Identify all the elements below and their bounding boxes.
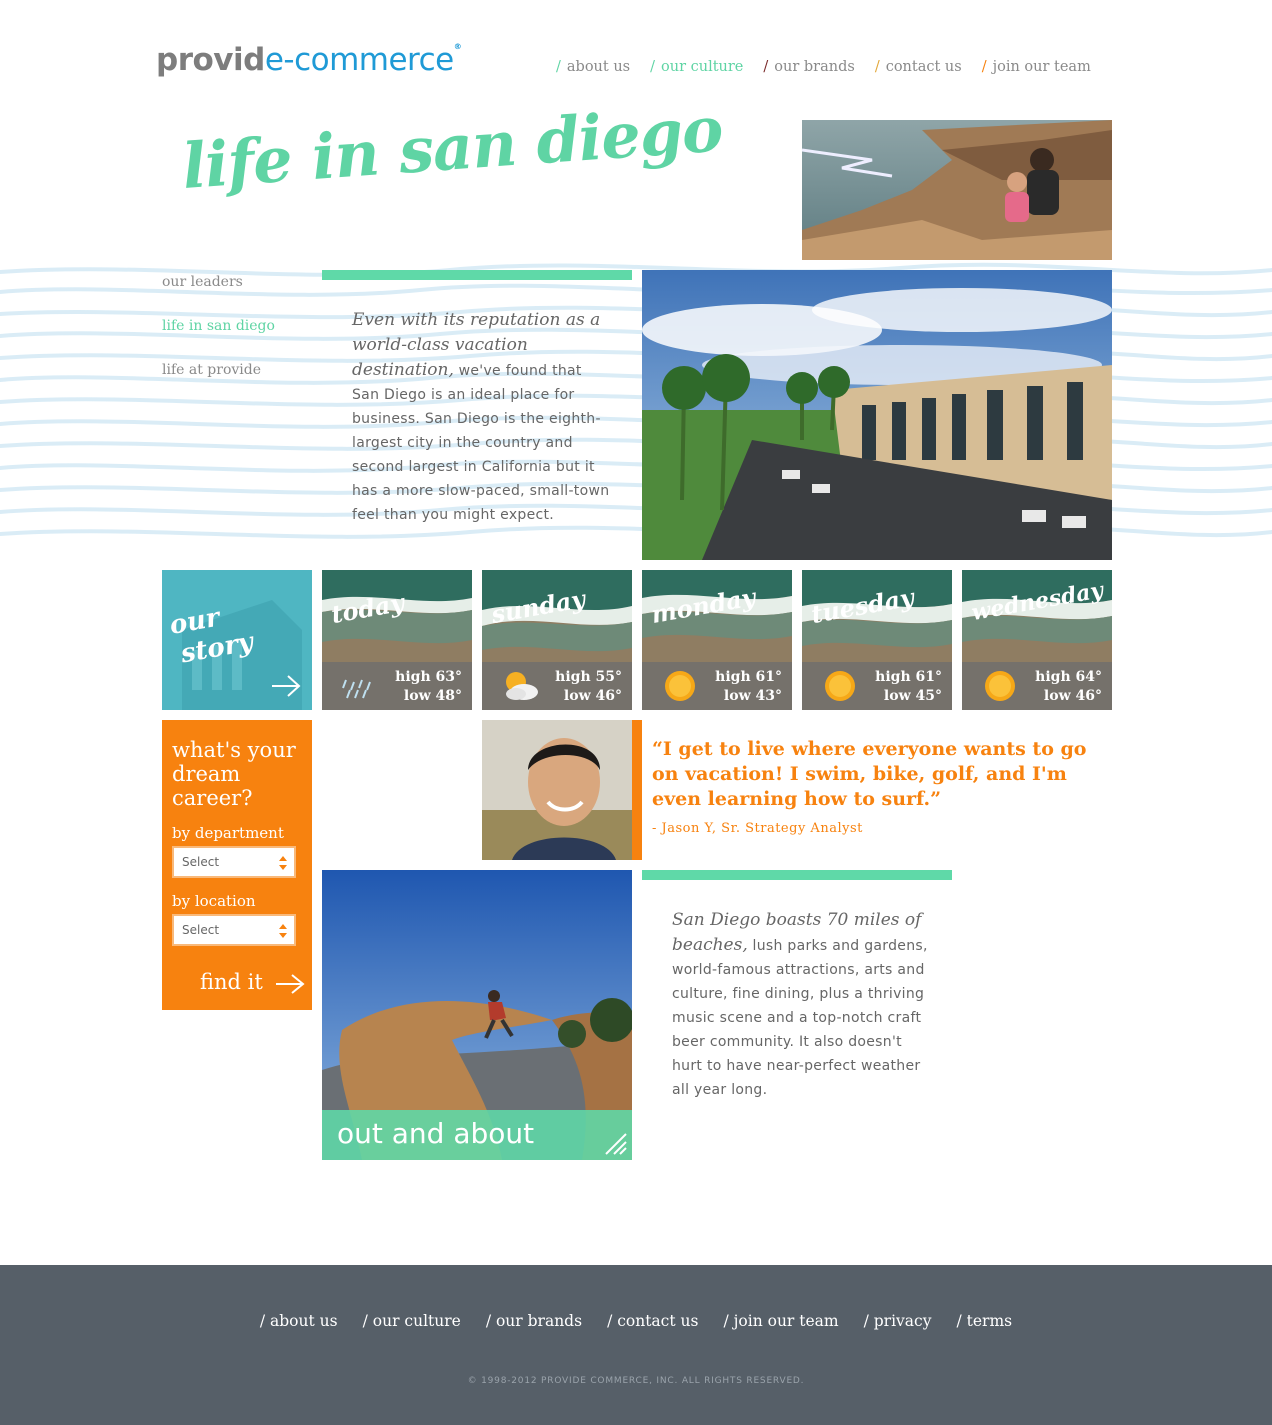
sun-icon xyxy=(825,671,855,701)
partly-cloudy-icon xyxy=(506,672,538,700)
beaches-body: lush parks and gardens, world-famous att… xyxy=(672,938,928,1098)
sidenav-life-at-provide[interactable]: life at provide xyxy=(162,362,275,406)
corner-stripes-icon xyxy=(605,1133,627,1155)
beach-family-photo xyxy=(802,120,1112,260)
temp-low: low 48° xyxy=(403,688,462,704)
top-navigation: / about us / our culture / our brands / cont… xyxy=(556,59,1091,75)
logo-text-blue: e-commerce xyxy=(264,42,454,78)
footer-join-our-team[interactable]: / join our team xyxy=(723,1312,838,1330)
footer-our-culture[interactable]: / our culture xyxy=(363,1312,461,1330)
intro-body: we've found that San Diego is an ideal p… xyxy=(352,363,610,523)
quote-accent-bar xyxy=(632,720,642,860)
sun-icon xyxy=(665,671,695,701)
company-logo[interactable]: provide-commerce® xyxy=(156,42,462,78)
select-arrows-icon xyxy=(279,924,287,938)
page-title: life in san diego xyxy=(179,92,725,203)
nav-contact-us[interactable]: / contact us xyxy=(875,59,962,75)
location-label: by location xyxy=(172,892,256,910)
nav-our-culture[interactable]: / our culture xyxy=(650,59,743,75)
accent-bar xyxy=(322,270,632,280)
footer-privacy[interactable]: / privacy xyxy=(864,1312,932,1330)
beaches-paragraph: San Diego boasts 70 miles of beaches, lu… xyxy=(672,908,932,1102)
employee-quote: “I get to live where everyone wants to g… xyxy=(652,738,1087,810)
footer-navigation: / about us / our culture / our brands / … xyxy=(0,1312,1272,1330)
department-label: by department xyxy=(172,824,284,842)
quote-author: - Jason Y, Sr. Strategy Analyst xyxy=(652,821,863,836)
career-heading: what's your dream career? xyxy=(172,738,296,810)
find-it-button[interactable]: find it xyxy=(200,970,306,995)
footer-terms[interactable]: / terms xyxy=(956,1312,1012,1330)
select-arrows-icon xyxy=(279,856,287,870)
weather-tile-tuesday: tuesday high 61° low 45° xyxy=(802,570,952,710)
temp-low: low 46° xyxy=(563,688,622,704)
footer-about-us[interactable]: / about us xyxy=(260,1312,338,1330)
temp-high: high 61° xyxy=(875,669,942,685)
our-story-tile[interactable]: our story xyxy=(162,570,312,710)
arrow-right-icon xyxy=(275,973,305,994)
sidenav-our-leaders[interactable]: our leaders xyxy=(162,274,275,318)
rain-icon xyxy=(342,679,371,699)
logo-text-gray: provid xyxy=(156,42,265,78)
section-sidenav: our leaders life in san diego life at pr… xyxy=(162,274,275,406)
sun-icon xyxy=(985,671,1015,701)
weather-tile-wednesday: wednesday high 64° low 46° xyxy=(962,570,1112,710)
temp-low: low 45° xyxy=(883,688,942,704)
site-footer: / about us / our culture / our brands / … xyxy=(0,1265,1272,1425)
temp-high: high 64° xyxy=(1035,669,1102,685)
department-select[interactable]: Select xyxy=(172,846,296,878)
out-and-about-label: out and about xyxy=(337,1117,535,1150)
temp-high: high 63° xyxy=(395,669,462,685)
arrow-right-icon xyxy=(272,675,301,697)
temp-low: low 43° xyxy=(723,688,782,704)
weather-tile-sunday: sunday high 55° low 46° xyxy=(482,570,632,710)
nav-join-our-team[interactable]: / join our team xyxy=(982,59,1091,75)
employee-portrait xyxy=(482,720,632,860)
footer-our-brands[interactable]: / our brands xyxy=(486,1312,582,1330)
copyright-text: © 1998-2012 PROVIDE COMMERCE, INC. ALL R… xyxy=(467,1376,805,1386)
find-it-label: find it xyxy=(200,970,263,994)
nav-about-us[interactable]: / about us xyxy=(556,59,630,75)
location-select-value: Select xyxy=(182,923,220,937)
temp-high: high 55° xyxy=(555,669,622,685)
accent-bar xyxy=(642,870,952,880)
career-search-box: what's your dream career? by department … xyxy=(162,720,312,1010)
logo-registered-mark: ® xyxy=(453,42,462,51)
nav-our-brands[interactable]: / our brands xyxy=(763,59,854,75)
temp-low: low 46° xyxy=(1043,688,1102,704)
sidenav-life-in-san-diego[interactable]: life in san diego xyxy=(162,318,275,362)
weather-tile-today: today high 63° low 48° xyxy=(322,570,472,710)
intro-paragraph: Even with its reputation as a world-clas… xyxy=(352,308,612,527)
footer-contact-us[interactable]: / contact us xyxy=(607,1312,698,1330)
department-select-value: Select xyxy=(182,855,220,869)
temp-high: high 61° xyxy=(715,669,782,685)
location-select[interactable]: Select xyxy=(172,914,296,946)
office-building-photo xyxy=(642,270,1112,560)
weather-tile-monday: monday high 61° low 43° xyxy=(642,570,792,710)
